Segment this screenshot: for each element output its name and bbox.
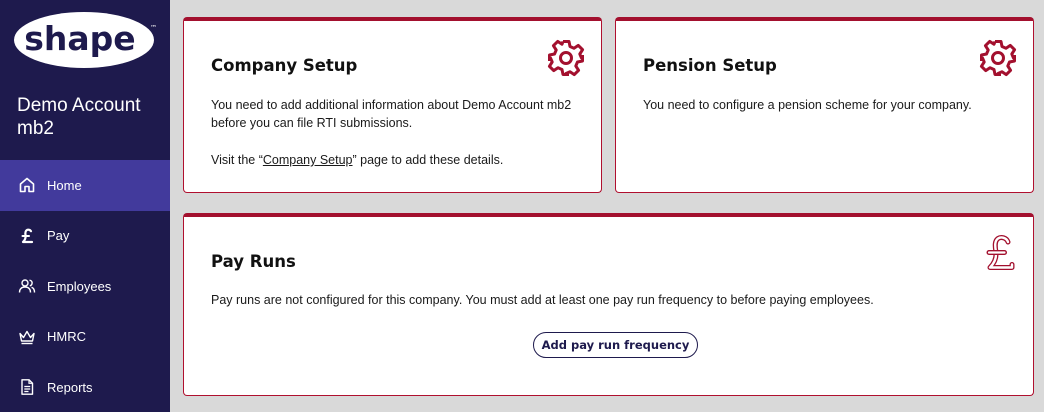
pension-setup-card: Pension Setup You need to configure a pe… <box>615 17 1034 193</box>
company-setup-link[interactable]: Company Setup <box>263 153 353 167</box>
logo-trademark: ™ <box>150 24 157 32</box>
sidebar: shape ™ Demo Account mb2 Home Pay Employ… <box>0 0 170 412</box>
gear-icon[interactable] <box>978 38 1018 83</box>
pay-runs-message: Pay runs are not configured for this com… <box>211 293 874 307</box>
pay-runs-card: Pay Runs Pay runs are not configured for… <box>183 213 1034 396</box>
report-icon <box>18 378 36 396</box>
sidebar-item-label: Pay <box>47 228 70 244</box>
pension-setup-message: You need to configure a pension scheme f… <box>643 98 972 112</box>
crown-icon <box>18 328 36 346</box>
gear-icon[interactable] <box>546 38 586 83</box>
shape-logo[interactable]: shape ™ <box>14 10 158 68</box>
logo-text: shape <box>24 19 135 58</box>
sidebar-item-reports[interactable]: Reports <box>0 362 170 412</box>
card-title: Pension Setup <box>643 56 777 75</box>
company-setup-card: Company Setup You need to add additional… <box>183 17 602 193</box>
sidebar-item-label: Home <box>47 177 82 193</box>
add-pay-run-frequency-button[interactable]: Add pay run frequency <box>533 332 698 358</box>
instruction-suffix: ” page to add these details. <box>352 153 504 167</box>
pound-icon <box>18 227 36 245</box>
company-setup-message: You need to add additional information a… <box>211 98 572 130</box>
sidebar-item-pay[interactable]: Pay <box>0 211 170 262</box>
sidebar-item-label: Reports <box>47 379 93 395</box>
users-icon <box>18 277 36 295</box>
sidebar-item-employees[interactable]: Employees <box>0 261 170 312</box>
account-name: Demo Account mb2 <box>17 95 141 139</box>
pound-icon <box>984 233 1018 280</box>
sidebar-item-hmrc[interactable]: HMRC <box>0 312 170 363</box>
sidebar-item-label: HMRC <box>47 329 86 345</box>
sidebar-nav: Home Pay Employees HMRC Reports <box>0 160 170 412</box>
sidebar-item-home[interactable]: Home <box>0 160 170 211</box>
sidebar-item-label: Employees <box>47 278 112 294</box>
card-title: Pay Runs <box>211 252 296 271</box>
card-title: Company Setup <box>211 56 358 75</box>
home-icon <box>18 176 36 194</box>
instruction-prefix: Visit the “ <box>211 153 263 167</box>
company-setup-instructions: Visit the “Company Setup” page to add th… <box>211 152 581 170</box>
